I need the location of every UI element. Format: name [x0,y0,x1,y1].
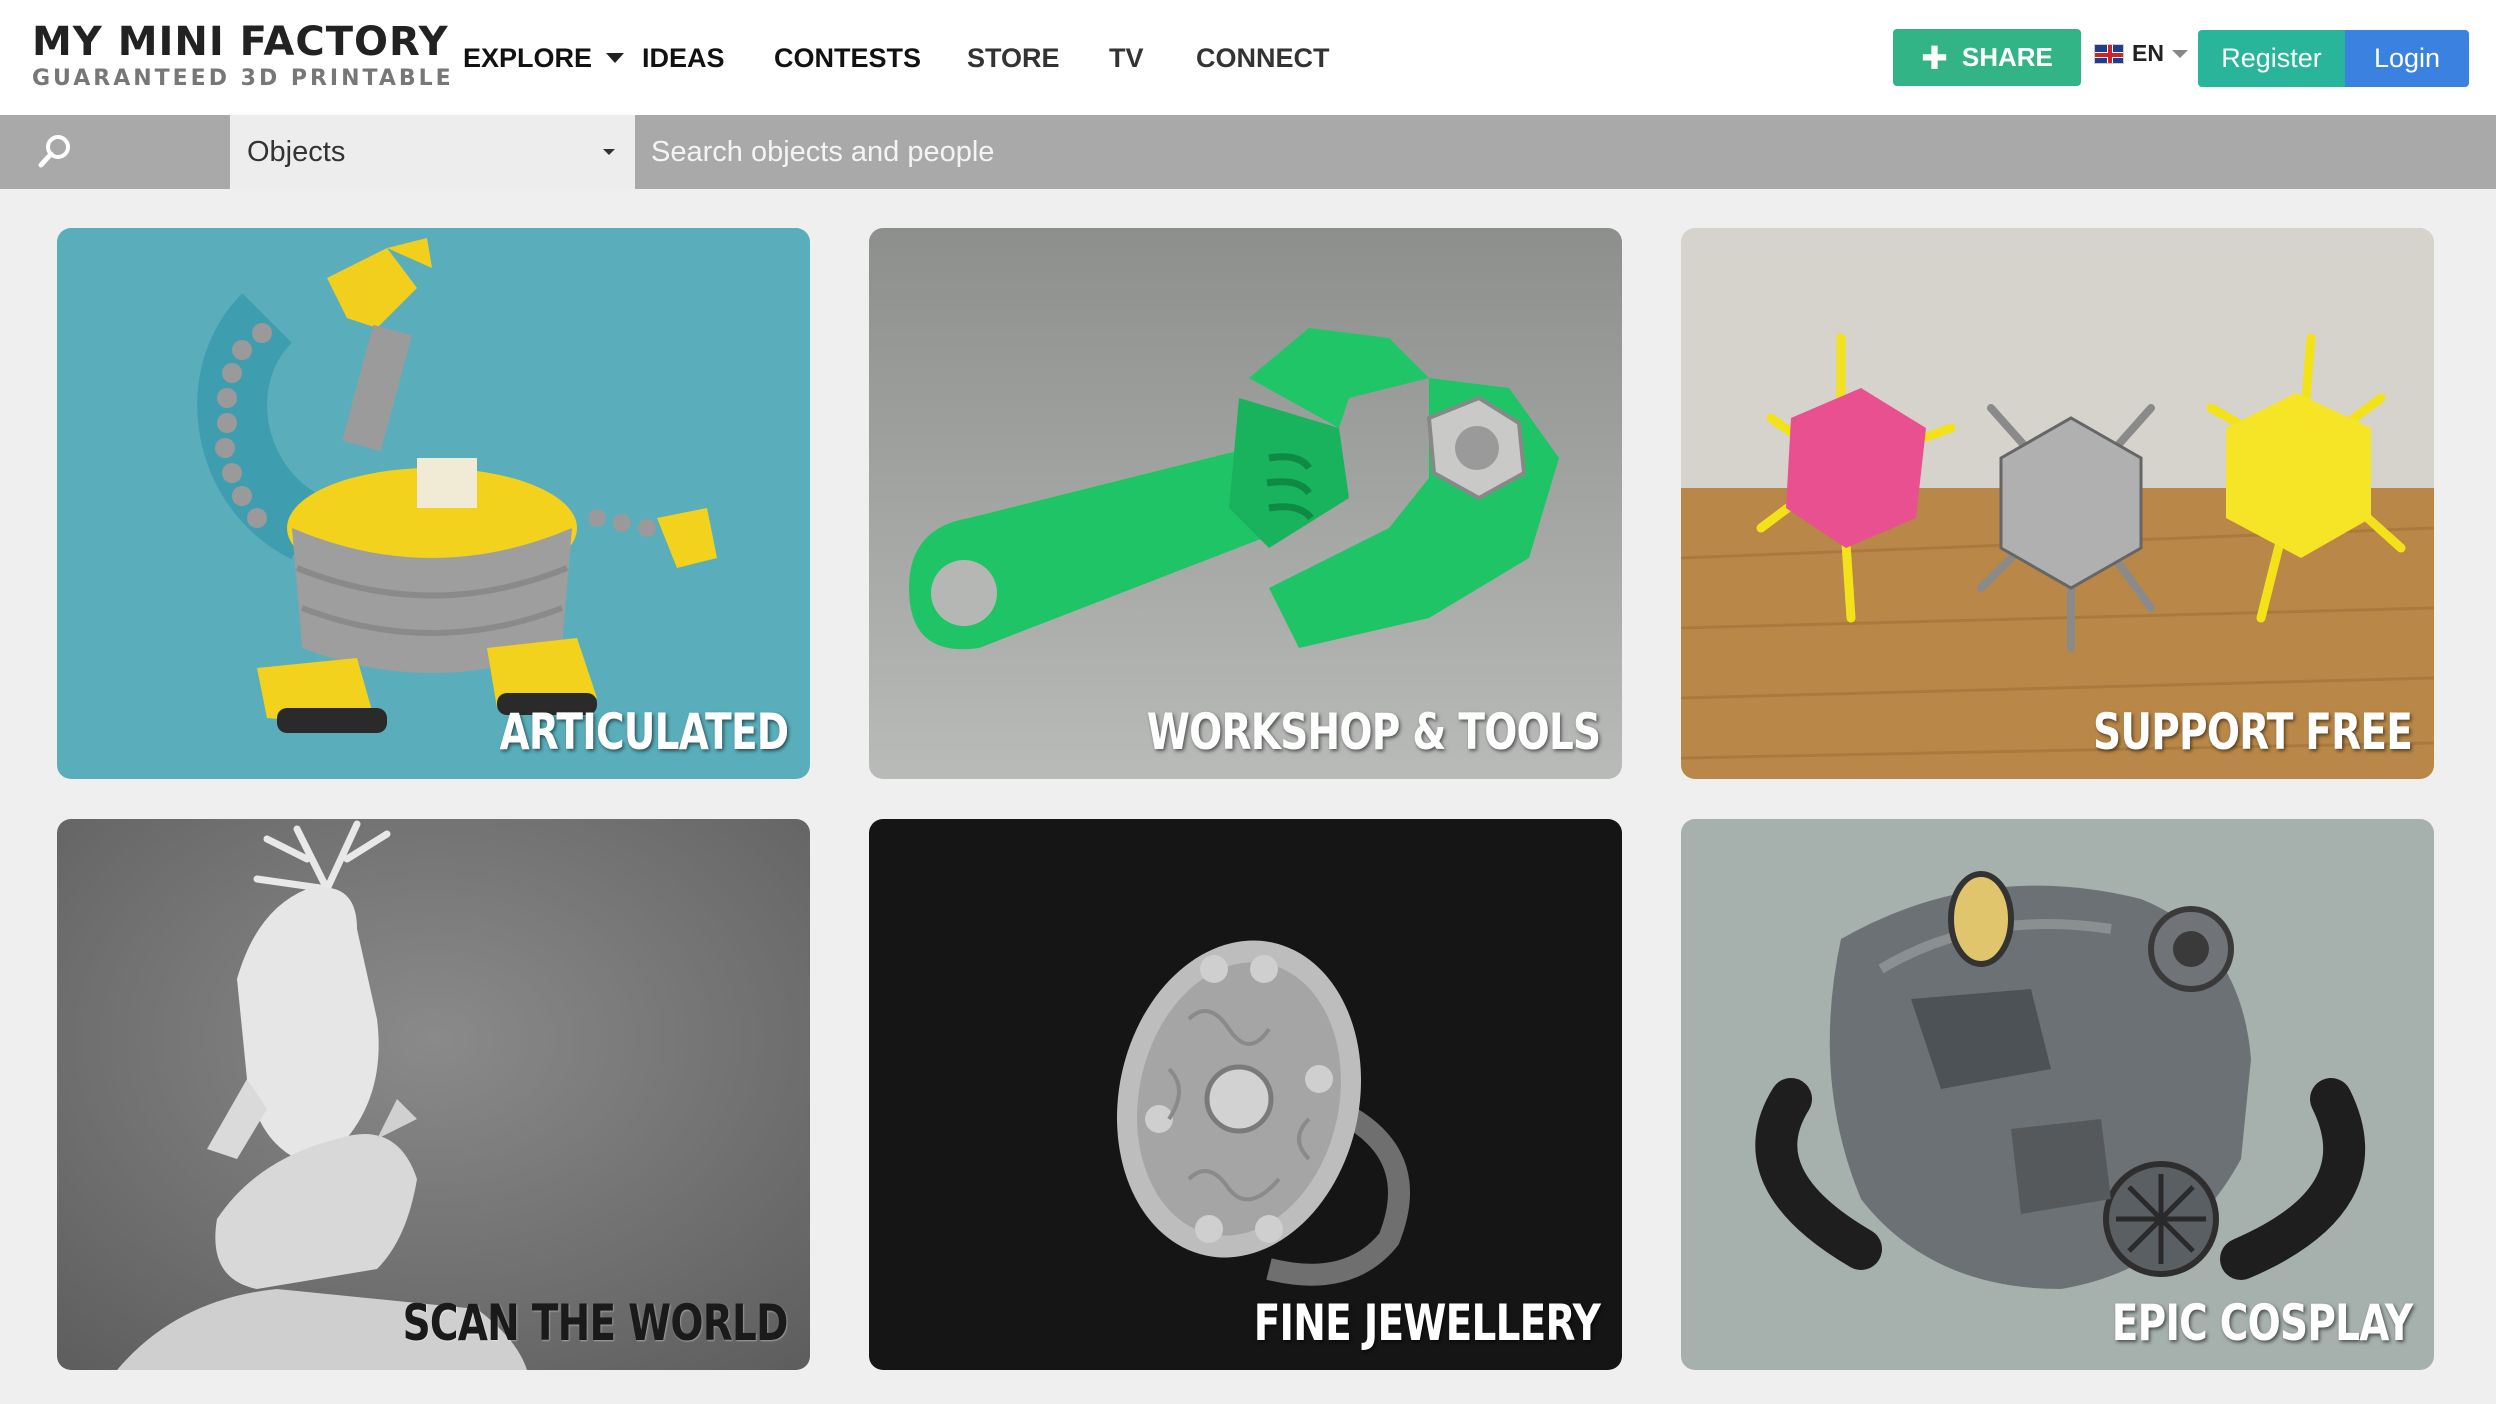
wrench-image [869,228,1622,779]
register-button[interactable]: Register [2198,30,2345,87]
category-fine-jewellery[interactable]: FINE JEWELLERY [869,819,1622,1370]
category-label: EPIC COSPLAY [2111,1294,2412,1352]
nav-explore[interactable]: EXPLORE [463,40,625,76]
deer-statue-image [57,819,810,1370]
articulated-robot-image [57,228,810,779]
nav-explore-label: EXPLORE [463,43,593,73]
search-bar: Objects [0,115,2496,189]
helmet-image [1681,819,2434,1370]
category-scan-the-world[interactable]: SCAN THE WORLD [57,819,810,1370]
spiked-balls-image [1681,228,2434,779]
nav-store[interactable]: STORE [967,40,1060,76]
category-label: SUPPORT FREE [2092,703,2413,761]
search-type-value: Objects [247,135,346,168]
nav-ideas[interactable]: IDEAS [642,40,725,76]
site-logo[interactable]: MY MINI FACTORY GUARANTEED 3D PRINTABLE [32,20,454,92]
nav-connect[interactable]: CONNECT [1196,40,1330,76]
search-input[interactable] [635,115,2465,189]
logo-title: MY MINI FACTORY [32,19,449,65]
plus-icon: ✚ [1921,39,1948,76]
search-button[interactable] [0,115,230,189]
language-selector[interactable]: EN [2094,40,2188,67]
uk-flag-icon [2094,43,2124,64]
language-label: EN [2132,40,2164,66]
category-label: WORKSHOP & TOOLS [1146,703,1601,761]
nav-tv[interactable]: TV [1109,40,1144,76]
chevron-down-icon [606,52,625,63]
category-epic-cosplay[interactable]: EPIC COSPLAY [1681,819,2434,1370]
chevron-down-icon [2171,49,2188,58]
nav-contests[interactable]: CONTESTS [774,40,921,76]
category-label: FINE JEWELLERY [1253,1294,1601,1352]
share-label: SHARE [1961,42,2053,72]
category-support-free[interactable]: SUPPORT FREE [1681,228,2434,779]
search-icon [38,135,70,168]
share-button[interactable]: ✚ SHARE [1893,29,2081,86]
celtic-ring-image [869,819,1622,1370]
login-button[interactable]: Login [2345,30,2469,87]
category-label: SCAN THE WORLD [402,1294,789,1352]
site-header: MY MINI FACTORY GUARANTEED 3D PRINTABLE … [0,0,2496,115]
search-type-dropdown[interactable]: Objects [230,115,635,189]
category-workshop-tools[interactable]: WORKSHOP & TOOLS [869,228,1622,779]
logo-tagline: GUARANTEED 3D PRINTABLE [32,66,454,91]
category-articulated[interactable]: ARTICULATED [57,228,810,779]
category-label: ARTICULATED [499,703,789,761]
chevron-down-icon [603,149,615,155]
